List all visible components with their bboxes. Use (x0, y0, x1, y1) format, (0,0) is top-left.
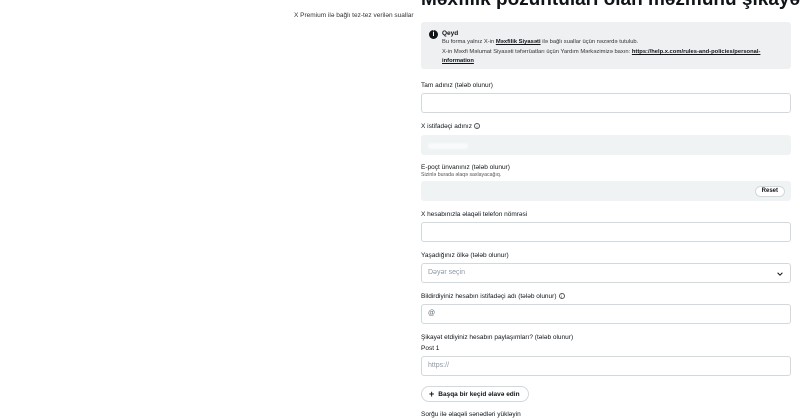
username-label-text: X istifadəçi adınız (421, 123, 472, 130)
notice-line-1-text: Bu forma yalnız X-in (442, 39, 496, 45)
posts-label: Şikayət etdiyiniz hesabın paylaşımları? … (421, 334, 574, 341)
full-name-label: Tam adınız (tələb olunur) (421, 82, 493, 89)
phone-field[interactable] (421, 222, 791, 242)
email-hint: Sizinlə burada əlaqə saxlayacağıq. (421, 172, 502, 178)
post-1-label: Post 1 (421, 345, 440, 352)
username-value-redacted (428, 143, 468, 149)
notice-line-2-text: X-in Məxfi Məlumat Siyasəti təfərrüatlar… (442, 49, 632, 55)
notice-line-2: X-in Məxfi Məlumat Siyasəti təfərrüatlar… (442, 48, 787, 65)
privacy-policy-link[interactable]: Məxfilik Siyasəti (496, 39, 541, 45)
reported-username-label-text: Bildirdiyiniz hesabın istifadəçi adı (tə… (421, 293, 557, 300)
add-link-label: Başqa bir keçid əlavə edin (438, 391, 520, 398)
username-field (421, 135, 791, 155)
full-name-field[interactable] (421, 93, 791, 113)
reported-username-label: Bildirdiyiniz hesabın istifadəçi adı (tə… (421, 293, 565, 300)
add-link-button[interactable]: + Başqa bir keçid əlavə edin (421, 386, 529, 402)
info-icon[interactable]: i (473, 123, 480, 130)
notice-box: i Qeyd Bu forma yalnız X-in Məxfilik Siy… (421, 22, 791, 69)
plus-icon: + (429, 389, 435, 399)
country-select-placeholder: Dəyər seçin (428, 269, 465, 276)
post-1-url-field[interactable]: https:// (421, 356, 791, 376)
reset-button[interactable]: Reset (754, 186, 785, 197)
phone-label: X hesabınızla əlaqəli telefon nömrəsi (421, 211, 528, 218)
page-title: Məxfilik pozuntuları olan məzmunu şikayə… (421, 0, 800, 11)
reported-username-field[interactable]: @ (421, 304, 791, 324)
notice-title: Qeyd (442, 30, 459, 37)
country-select[interactable]: Dəyər seçin (421, 263, 791, 283)
notice-line-1-tail: ilə bağlı suallar üçün nəzərdə tutulub. (540, 39, 639, 45)
email-field[interactable]: Reset (421, 181, 791, 201)
username-label: X istifadəçi adınız i (421, 123, 480, 130)
sidebar-link-premium-faq[interactable]: X Premium ilə bağlı tez-tez verilən sual… (294, 12, 414, 19)
upload-documents-label: Sorğu ilə əlaqəli sənədləri yükləyin (421, 411, 521, 418)
notice-line-1: Bu forma yalnız X-in Məxfilik Siyasəti i… (442, 39, 638, 45)
info-icon[interactable]: i (558, 293, 565, 300)
country-label: Yaşadığınız ölkə (tələb olunur) (421, 252, 509, 259)
email-label: E-poçt ünvanınız (tələb olunur) (421, 164, 510, 171)
chevron-down-icon (777, 272, 783, 276)
info-circle-icon: i (429, 30, 438, 39)
